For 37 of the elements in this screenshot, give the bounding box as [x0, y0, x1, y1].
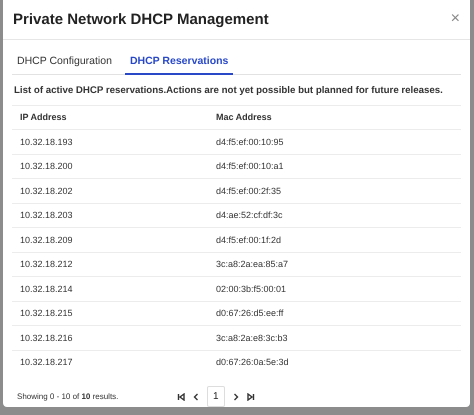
- table-cell-text: 10.32.18.214: [20, 284, 74, 294]
- chevron-left-icon: [192, 392, 200, 400]
- table-cell-text: 10.32.18.216: [20, 332, 74, 343]
- table-cell-text: 10.32.18.209: [20, 234, 74, 245]
- table-cell-text: 10.32.18.200: [20, 161, 74, 172]
- column-header: Mac Address: [216, 112, 273, 122]
- table-cell-text: 10.32.18.203: [20, 210, 74, 220]
- first-page-icon: [177, 392, 185, 400]
- tab[interactable]: DHCP Configuration: [12, 50, 117, 74]
- first-page-button[interactable]: [177, 392, 185, 400]
- table-cell-text: 10.32.18.193: [20, 136, 74, 147]
- table-cell-text: 10.32.18.215: [20, 308, 74, 318]
- description-text: List of active DHCP reservations.Actions are not yet possible but planned for future releases.: [13, 84, 444, 98]
- close-button[interactable]: ×: [450, 11, 460, 28]
- table-cell-text: 10.32.18.217: [20, 357, 74, 368]
- table-cell-text: 3c:a8:2a:e8:3c:b3: [216, 332, 289, 343]
- modal-title: Private Network DHCP Management: [13, 10, 269, 28]
- column-header: IP Address: [20, 112, 68, 122]
- results-summary: Showing 0 - 10 of 10 results.: [17, 392, 120, 401]
- table-cell-text: d4:f5:ef:00:1f:2d: [216, 234, 282, 245]
- last-page-button[interactable]: [246, 392, 255, 400]
- table-cell-text: d0:67:26:0a:5e:3d: [216, 357, 290, 368]
- page-button[interactable]: 1: [207, 386, 225, 407]
- table-cell-text: d4:f5:ef:00:2f:35: [216, 186, 282, 196]
- table-cell-text: 10.32.18.212: [20, 259, 74, 270]
- next-page-button[interactable]: [232, 392, 240, 400]
- tab[interactable]: DHCP Reservations: [124, 50, 234, 74]
- table-cell-text: d4:f5:ef:00:10:95: [216, 136, 285, 147]
- last-page-icon: [246, 392, 255, 400]
- previous-page-button[interactable]: [192, 392, 200, 400]
- table-cell-text: d0:67:26:d5:ee:ff: [216, 308, 284, 318]
- table-cell-text: d4:f5:ef:00:10:a1: [216, 161, 285, 172]
- chevron-right-icon: [232, 392, 240, 400]
- table-cell-text: d4:ae:52:cf:df:3c: [216, 210, 284, 220]
- table-cell-text: 3c:a8:2a:ea:85:a7: [216, 259, 290, 270]
- table-cell-text: 10.32.18.202: [20, 186, 74, 196]
- table-cell-text: 02:00:3b:f5:00:01: [216, 284, 288, 294]
